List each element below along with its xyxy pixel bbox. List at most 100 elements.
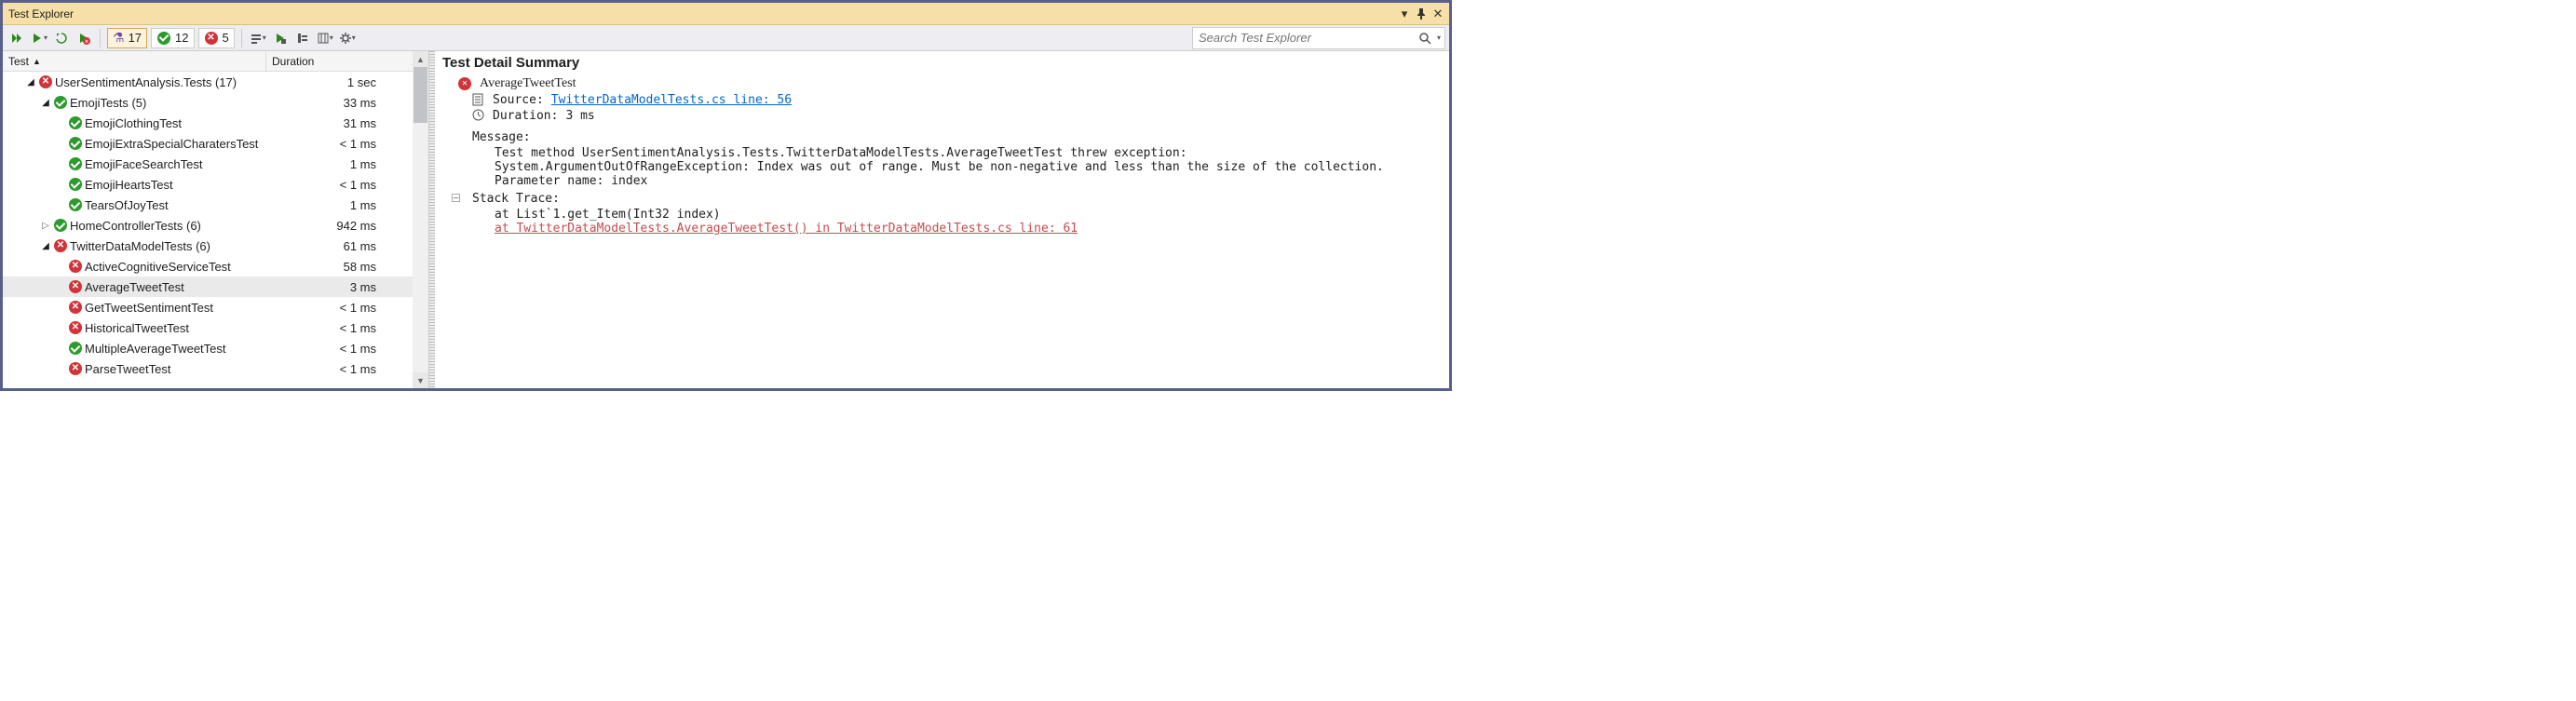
run-after-build-button[interactable] bbox=[270, 28, 291, 48]
tree-item-duration: 61 ms bbox=[266, 239, 428, 253]
tree-item-duration: < 1 ms bbox=[266, 321, 428, 335]
duration-label: Duration: bbox=[493, 109, 558, 123]
group-by-button[interactable] bbox=[292, 28, 313, 48]
tree-row[interactable]: EmojiClothingTest31 ms bbox=[3, 113, 428, 133]
column-header-duration[interactable]: Duration bbox=[266, 51, 428, 71]
fail-icon bbox=[53, 238, 68, 253]
scroll-down-icon[interactable]: ▼ bbox=[413, 372, 428, 388]
pass-icon bbox=[68, 341, 83, 356]
filter-total[interactable]: ⚗ 17 bbox=[107, 28, 147, 48]
toolbar-separator bbox=[241, 29, 242, 47]
tree-row[interactable]: ◢ EmojiTests (5)33 ms bbox=[3, 92, 428, 113]
stack-trace-line: at List`1.get_Item(Int32 index) bbox=[495, 208, 1440, 222]
scrollbar[interactable]: ▲ ▼ bbox=[413, 51, 428, 388]
tree-row[interactable]: HistoricalTweetTest < 1 ms bbox=[3, 317, 428, 338]
tree-row[interactable]: GetTweetSentimentTest< 1 ms bbox=[3, 297, 428, 317]
fail-icon bbox=[38, 74, 53, 89]
window-title: Test Explorer bbox=[8, 7, 74, 20]
main-area: Test ▲ Duration ◢ UserSentimentAnalysis.… bbox=[3, 51, 1449, 388]
tree-row[interactable]: EmojiExtraSpecialCharatersTest< 1 ms bbox=[3, 133, 428, 154]
tree-body[interactable]: ◢ UserSentimentAnalysis.Tests (17)1 sec◢… bbox=[3, 72, 428, 388]
tree-item-duration: < 1 ms bbox=[266, 301, 428, 315]
tree-item-duration: 1 ms bbox=[266, 198, 428, 212]
toolbar-separator bbox=[100, 29, 101, 47]
duration-value: 3 ms bbox=[565, 109, 594, 123]
tree-row[interactable]: ◢ TwitterDataModelTests (6) 61 ms bbox=[3, 236, 428, 256]
tree-row[interactable]: ◢ UserSentimentAnalysis.Tests (17)1 sec bbox=[3, 72, 428, 92]
sort-asc-icon: ▲ bbox=[33, 57, 41, 66]
search-box[interactable]: ▾ bbox=[1192, 27, 1445, 49]
tree-item-duration: 1 ms bbox=[266, 157, 428, 171]
filter-failed[interactable]: 5 bbox=[198, 28, 235, 48]
tree-row[interactable]: ▷ HomeControllerTests (6) 942 ms bbox=[3, 215, 428, 236]
stack-label: Stack Trace: bbox=[472, 192, 560, 206]
tree-item-name: ActiveCognitiveServiceTest bbox=[85, 260, 231, 274]
column-header-test[interactable]: Test ▲ bbox=[3, 51, 266, 71]
repeat-last-run-button[interactable] bbox=[51, 28, 72, 48]
tree-item-duration: 1 sec bbox=[266, 75, 428, 89]
passed-count: 12 bbox=[175, 31, 188, 45]
tree-row[interactable]: MultipleAverageTweetTest< 1 ms bbox=[3, 338, 428, 358]
tree-item-name: EmojiFaceSearchTest bbox=[85, 157, 202, 171]
message-body: Test method UserSentimentAnalysis.Tests.… bbox=[495, 146, 1440, 188]
tree-item-name: EmojiExtraSpecialCharatersTest bbox=[85, 137, 258, 151]
tree-item-duration: < 1 ms bbox=[266, 178, 428, 192]
pass-icon bbox=[68, 136, 83, 151]
tree-item-name: TwitterDataModelTests (6) bbox=[70, 239, 210, 253]
fail-icon bbox=[68, 300, 83, 315]
tree-row[interactable]: ParseTweetTest< 1 ms bbox=[3, 358, 428, 379]
pass-icon bbox=[68, 156, 83, 171]
tree-row[interactable]: EmojiHeartsTest< 1 ms bbox=[3, 174, 428, 195]
detail-panel: Test Detail Summary AverageTweetTest Sou… bbox=[435, 51, 1449, 388]
tree-item-name: EmojiTests (5) bbox=[70, 96, 146, 110]
filter-passed[interactable]: 12 bbox=[151, 28, 194, 48]
columns-button[interactable]: ▾ bbox=[315, 28, 335, 48]
pass-icon bbox=[53, 218, 68, 233]
tree-row[interactable]: ActiveCognitiveServiceTest 58 ms bbox=[3, 256, 428, 276]
tree-row[interactable]: AverageTweetTest 3 ms bbox=[3, 276, 428, 297]
chevron-down-icon[interactable]: ◢ bbox=[40, 98, 51, 108]
settings-button[interactable]: ▾ bbox=[337, 28, 358, 48]
tree-panel: Test ▲ Duration ◢ UserSentimentAnalysis.… bbox=[3, 51, 429, 388]
tree-item-duration: 3 ms bbox=[266, 280, 428, 294]
stack-trace-link[interactable]: at TwitterDataModelTests.AverageTweetTes… bbox=[495, 222, 1078, 236]
tree-item-duration: 31 ms bbox=[266, 116, 428, 130]
pass-icon bbox=[68, 115, 83, 130]
search-icon[interactable] bbox=[1418, 32, 1437, 45]
tree-row[interactable]: TearsOfJoyTest 1 ms bbox=[3, 195, 428, 215]
tree-item-name: HistoricalTweetTest bbox=[85, 321, 189, 335]
pass-icon bbox=[68, 197, 83, 212]
detail-test-name: AverageTweetTest bbox=[480, 76, 576, 91]
chevron-down-icon[interactable]: ◢ bbox=[25, 77, 36, 88]
run-button[interactable]: ▾ bbox=[29, 28, 49, 48]
scroll-up-icon[interactable]: ▲ bbox=[413, 51, 428, 67]
tree-item-duration: 942 ms bbox=[266, 219, 428, 233]
tree-item-name: ParseTweetTest bbox=[85, 362, 171, 376]
fail-icon bbox=[68, 320, 83, 335]
tree-item-name: TearsOfJoyTest bbox=[85, 198, 169, 212]
pass-icon bbox=[68, 177, 83, 192]
collapse-icon[interactable]: − bbox=[452, 194, 460, 202]
run-all-button[interactable] bbox=[7, 28, 27, 48]
message-label: Message: bbox=[472, 130, 531, 144]
source-file-icon bbox=[472, 93, 485, 106]
scroll-thumb[interactable] bbox=[414, 67, 427, 123]
chevron-down-icon[interactable]: ◢ bbox=[40, 241, 51, 251]
run-failed-button[interactable]: ✕ bbox=[74, 28, 94, 48]
search-input[interactable] bbox=[1193, 31, 1418, 45]
pin-icon[interactable] bbox=[1414, 7, 1429, 21]
tree-item-name: HomeControllerTests (6) bbox=[70, 219, 201, 233]
window-menu-icon[interactable]: ▾ bbox=[1397, 7, 1412, 21]
pass-icon bbox=[156, 31, 171, 46]
source-link[interactable]: TwitterDataModelTests.cs line: 56 bbox=[551, 93, 792, 107]
tree-item-name: AverageTweetTest bbox=[85, 280, 184, 294]
svg-text:✕: ✕ bbox=[84, 39, 88, 45]
chevron-right-icon[interactable]: ▷ bbox=[40, 221, 51, 231]
stack-body: at List`1.get_Item(Int32 index)at Twitte… bbox=[495, 208, 1440, 236]
tree-item-duration: 58 ms bbox=[266, 260, 428, 274]
close-icon[interactable]: ✕ bbox=[1430, 7, 1445, 21]
fail-icon bbox=[68, 279, 83, 294]
playlist-button[interactable]: ▾ bbox=[248, 28, 268, 48]
fail-icon bbox=[457, 76, 472, 91]
tree-row[interactable]: EmojiFaceSearchTest 1 ms bbox=[3, 154, 428, 174]
